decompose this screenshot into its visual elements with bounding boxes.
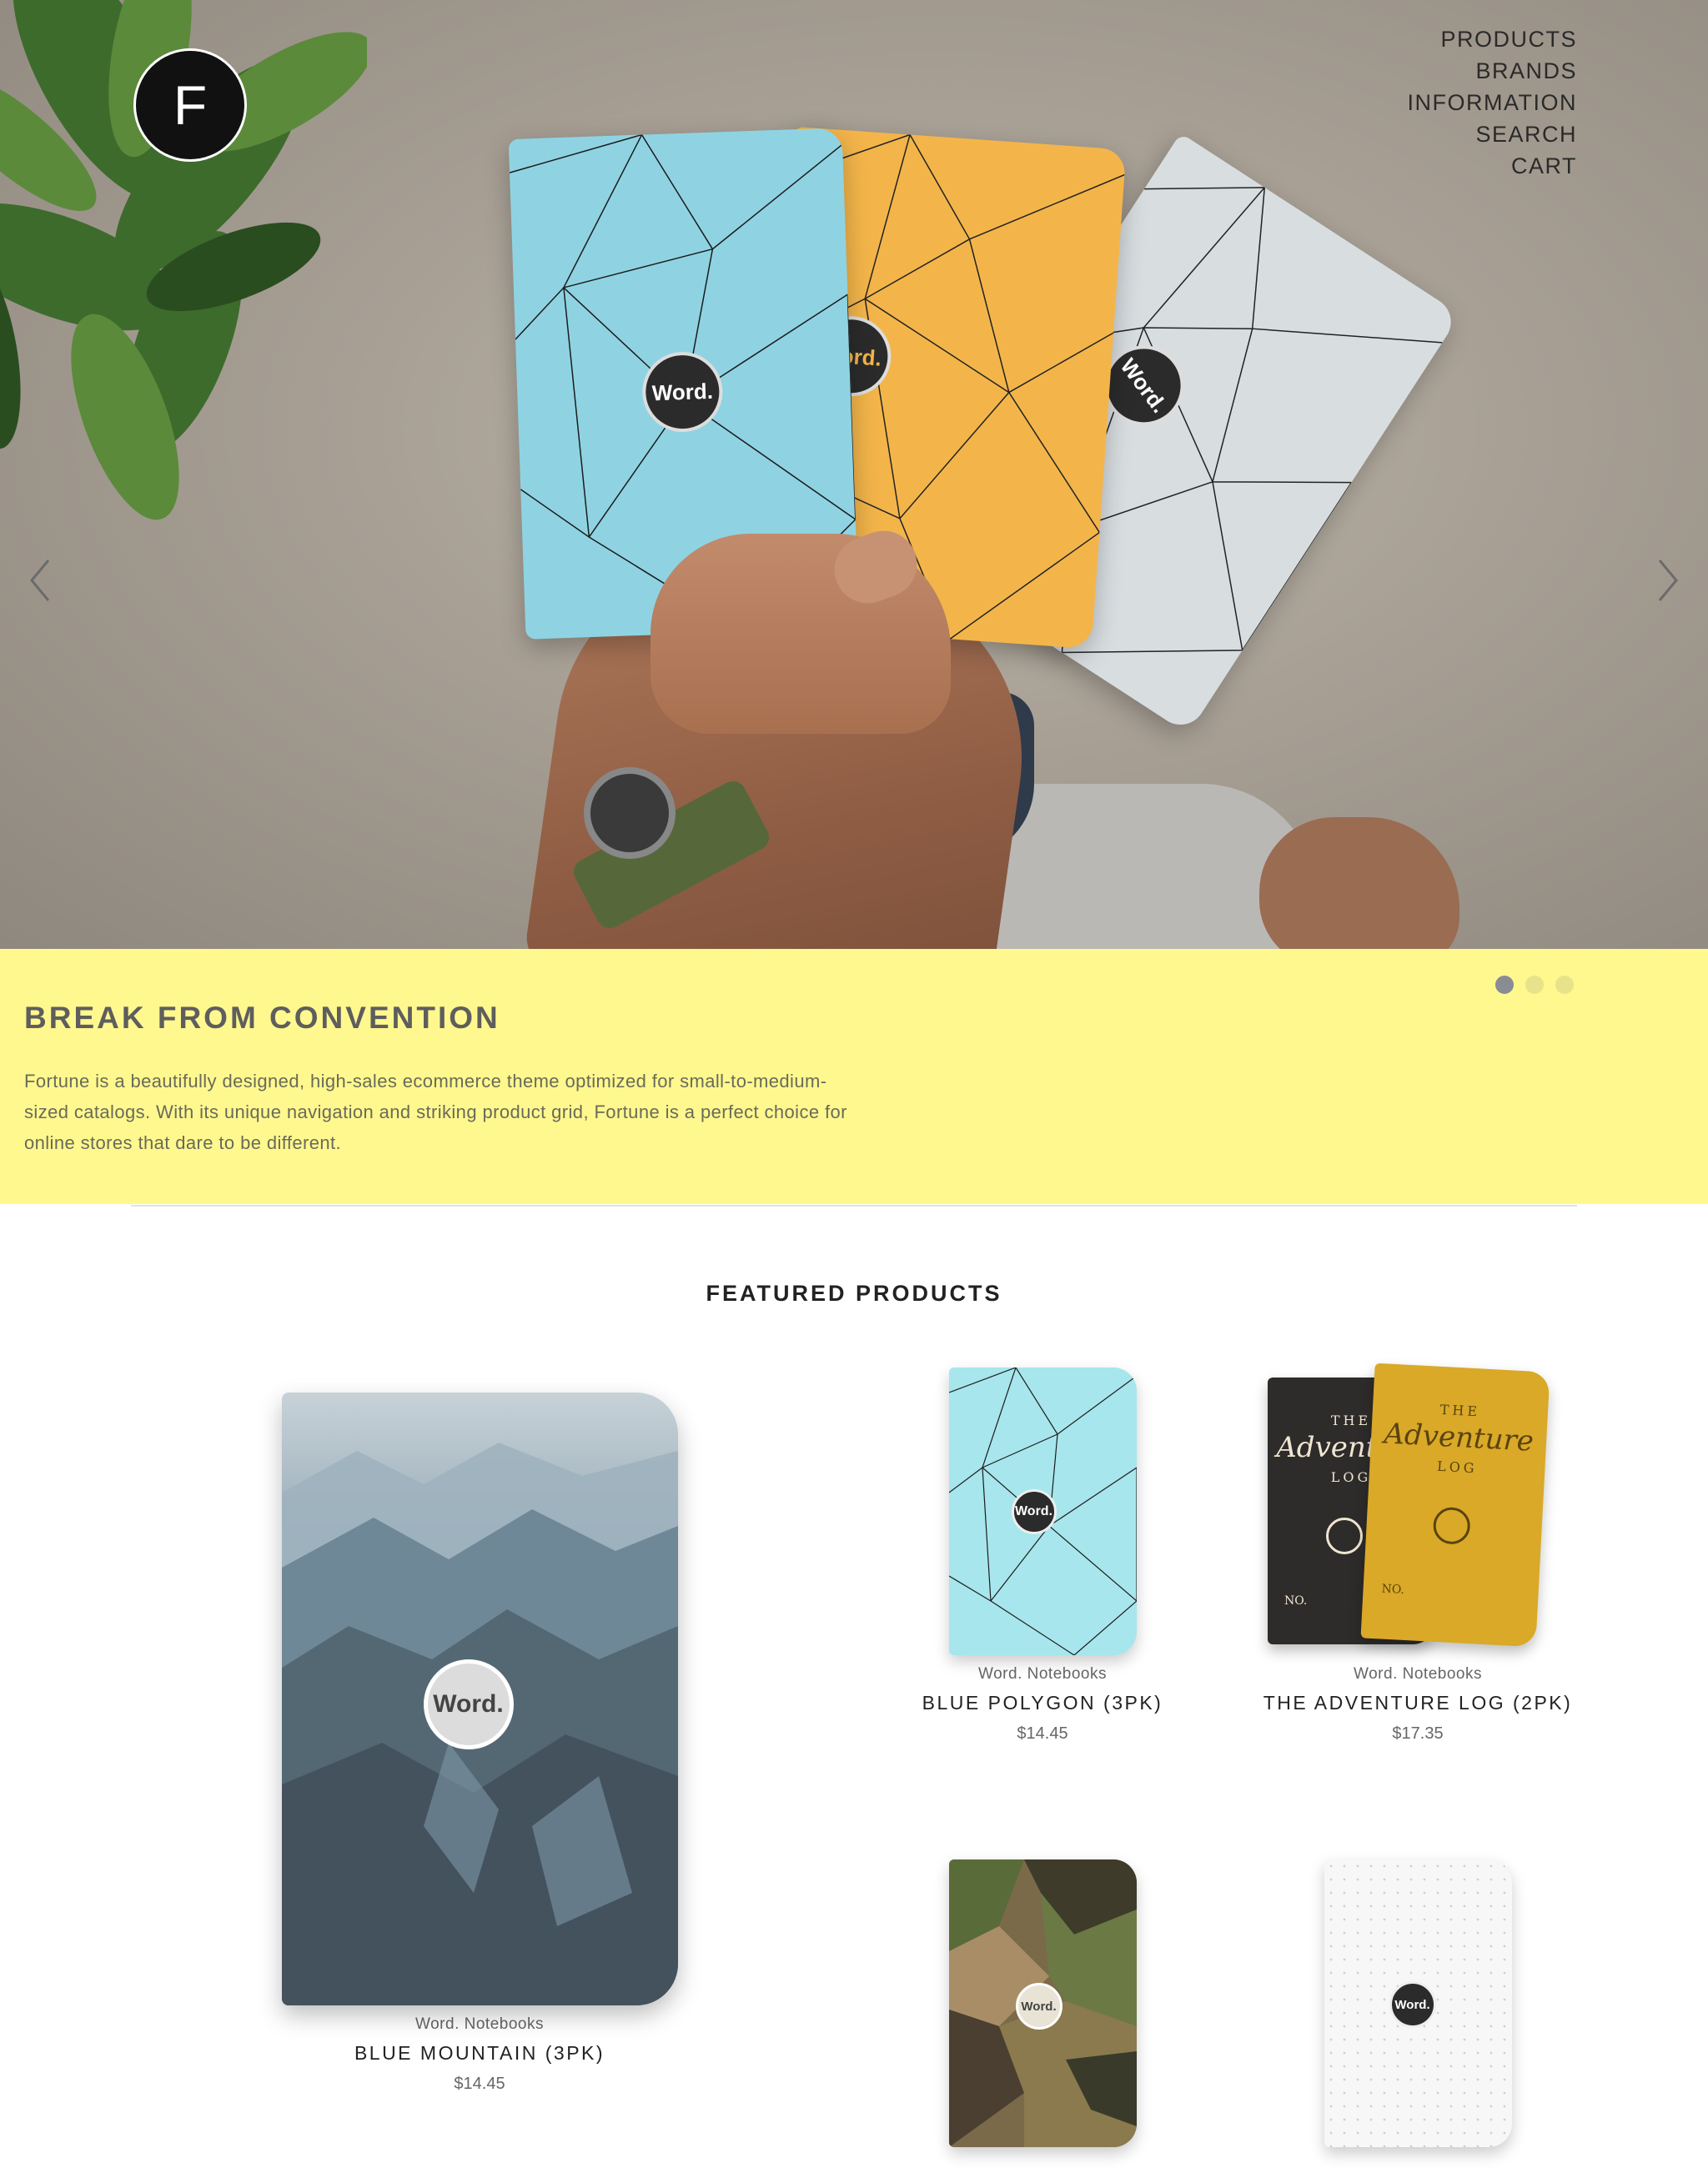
word-logo-badge: Word. bbox=[423, 1659, 514, 1749]
product-name[interactable]: BLUE POLYGON (3PK) bbox=[909, 1692, 1176, 1714]
product-card-dot-grid[interactable]: Word. bbox=[1284, 1859, 1551, 2147]
product-price: $17.35 bbox=[1392, 1724, 1444, 1743]
adventure-number-label: NO. bbox=[1381, 1582, 1405, 1597]
slide-title: BREAK FROM CONVENTION bbox=[24, 1001, 500, 1035]
slide-caption: BREAK FROM CONVENTION Fortune is a beaut… bbox=[0, 949, 1708, 1204]
product-card-adventure-log[interactable]: THE Adventure LOG NO. THE Adventure LOG … bbox=[1251, 1363, 1585, 1744]
chevron-right-icon[interactable] bbox=[1651, 555, 1685, 605]
product-brand: Word. Notebooks bbox=[415, 2015, 544, 2033]
slide-description: Fortune is a beautifully designed, high-… bbox=[24, 1071, 847, 1153]
slide-dot-3[interactable] bbox=[1555, 976, 1574, 994]
product-card-blue-mountain[interactable]: Word. Word. Notebooks BLUE MOUNTAIN (3PK… bbox=[200, 1393, 759, 2094]
compass-icon bbox=[1432, 1506, 1471, 1545]
product-price: $14.45 bbox=[454, 2075, 505, 2093]
watch-icon bbox=[584, 767, 676, 859]
adventure-log-label: LOG bbox=[1436, 1458, 1479, 1477]
main-nav: PRODUCTS BRANDS INFORMATION SEARCH CART bbox=[1408, 23, 1577, 182]
word-logo-badge: Word. bbox=[1015, 1983, 1062, 2030]
slide-pagination bbox=[1495, 976, 1574, 994]
store-logo[interactable]: F bbox=[133, 48, 247, 162]
product-image[interactable]: Word. bbox=[281, 1393, 678, 2005]
product-image[interactable]: Word. bbox=[948, 1368, 1137, 1655]
nav-brands[interactable]: BRANDS bbox=[1408, 55, 1577, 87]
product-image[interactable]: Word. bbox=[948, 1859, 1137, 2147]
adventure-title-label: Adventure bbox=[1383, 1417, 1535, 1458]
chevron-left-icon[interactable] bbox=[23, 555, 57, 605]
product-card-blue-polygon[interactable]: Word. Word. Notebooks BLUE POLYGON (3PK)… bbox=[909, 1368, 1176, 1744]
hand-decoration bbox=[1259, 817, 1459, 949]
product-card-camo[interactable]: Word. bbox=[909, 1859, 1176, 2147]
nav-products[interactable]: PRODUCTS bbox=[1408, 23, 1577, 55]
hero-slideshow: Word. Word. Word. F PRODUCTS BRANDS INFO… bbox=[0, 0, 1708, 949]
product-image[interactable]: Word. bbox=[1324, 1859, 1512, 2147]
word-logo-badge: Word. bbox=[1389, 1981, 1436, 2028]
word-logo-badge: Word. bbox=[1011, 1489, 1057, 1534]
adventure-log-yellow: THE Adventure LOG NO. bbox=[1360, 1363, 1550, 1648]
product-price: $14.45 bbox=[1017, 1724, 1068, 1743]
featured-title: FEATURED PRODUCTS bbox=[706, 1281, 1002, 1306]
nav-information[interactable]: INFORMATION bbox=[1408, 87, 1577, 118]
compass-icon bbox=[1326, 1518, 1363, 1554]
slide-dot-2[interactable] bbox=[1525, 976, 1544, 994]
product-brand: Word. Notebooks bbox=[1354, 1665, 1482, 1683]
slide-dot-1[interactable] bbox=[1495, 976, 1514, 994]
nav-search[interactable]: SEARCH bbox=[1408, 118, 1577, 150]
product-name[interactable]: BLUE MOUNTAIN (3PK) bbox=[200, 2042, 759, 2065]
product-name[interactable]: THE ADVENTURE LOG (2PK) bbox=[1251, 1692, 1585, 1714]
product-image[interactable]: THE Adventure LOG NO. THE Adventure LOG … bbox=[1268, 1363, 1568, 1655]
section-divider bbox=[131, 1205, 1577, 1207]
product-brand: Word. Notebooks bbox=[978, 1665, 1107, 1683]
nav-cart[interactable]: CART bbox=[1408, 150, 1577, 182]
